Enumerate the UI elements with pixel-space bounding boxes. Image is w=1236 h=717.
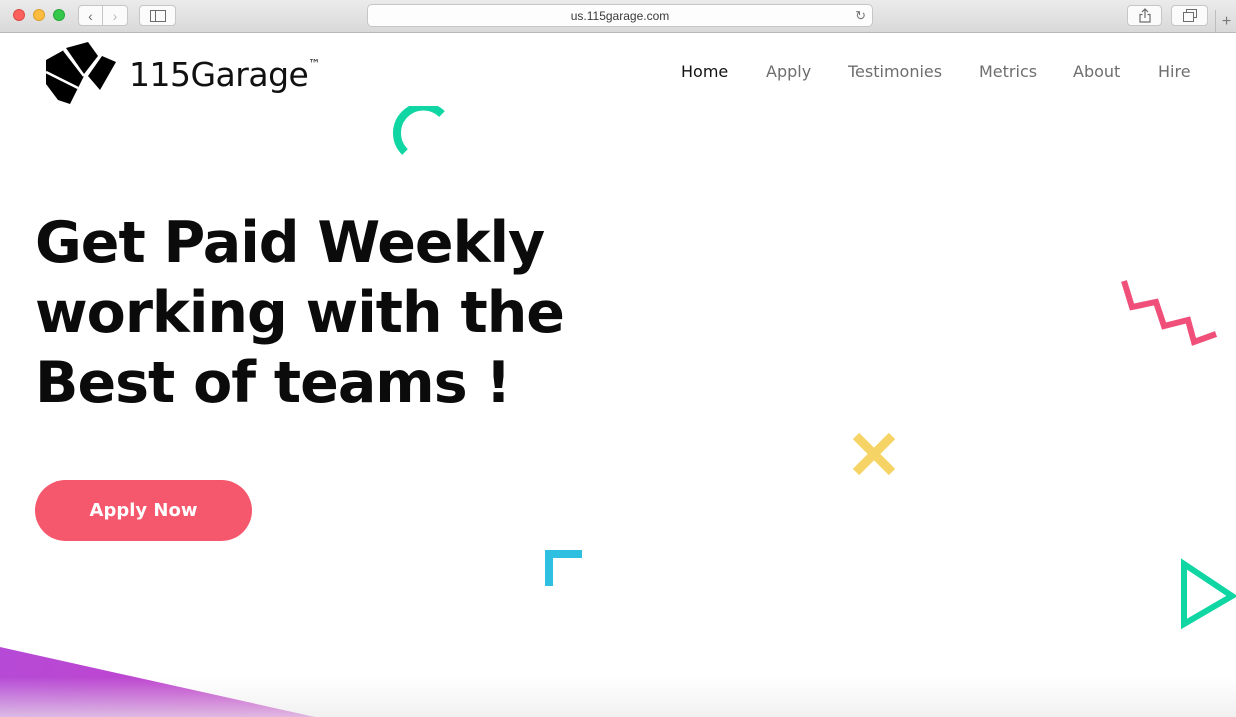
logo-mark-icon (45, 42, 116, 104)
hero-headline: Get Paid Weekly working with the Best of… (35, 208, 565, 418)
bottom-fade (0, 677, 1236, 717)
yellow-cross-icon (852, 432, 896, 476)
forward-button[interactable]: › (103, 5, 128, 26)
cyan-corner-icon (545, 550, 582, 586)
share-button[interactable] (1127, 5, 1162, 26)
brand-logo[interactable]: 115Garage™ (44, 42, 334, 106)
share-icon (1138, 8, 1151, 23)
minimize-window-button[interactable] (33, 9, 45, 21)
reload-icon[interactable]: ↻ (855, 8, 866, 24)
nav-hire[interactable]: Hire (1158, 62, 1191, 81)
plus-icon: + (1221, 13, 1232, 30)
browser-toolbar: ‹ › us.115garage.com ↻ + (0, 0, 1236, 33)
hero-headline-line: working with the (35, 280, 565, 346)
url-text: us.115garage.com (570, 8, 670, 23)
chevron-right-icon: › (112, 7, 118, 24)
chevron-left-icon: ‹ (88, 7, 93, 24)
teal-arc-icon (392, 106, 445, 155)
nav-testimonies[interactable]: Testimonies (848, 62, 942, 81)
nav-home[interactable]: Home (681, 62, 728, 81)
sidebar-button[interactable] (139, 5, 176, 26)
close-window-button[interactable] (13, 9, 25, 21)
trademark-symbol: ™ (308, 57, 320, 71)
new-tab-button[interactable]: + (1215, 10, 1236, 33)
pink-zigzag-icon (1121, 280, 1218, 346)
brand-name: 115Garage™ (129, 55, 320, 94)
apply-now-button[interactable]: Apply Now (35, 480, 252, 541)
tab-overview-icon (1182, 9, 1197, 22)
nav-apply[interactable]: Apply (766, 62, 811, 81)
back-button[interactable]: ‹ (78, 5, 103, 26)
teal-triangle-icon (1181, 558, 1236, 630)
nav-metrics[interactable]: Metrics (979, 62, 1037, 81)
zoom-window-button[interactable] (53, 9, 65, 21)
address-bar[interactable]: us.115garage.com ↻ (367, 4, 873, 27)
sidebar-icon (149, 9, 166, 22)
nav-about[interactable]: About (1073, 62, 1120, 81)
hero-headline-line: Get Paid Weekly (35, 210, 545, 276)
tab-overview-button[interactable] (1171, 5, 1208, 26)
hero-headline-line: Best of teams ! (35, 350, 511, 416)
